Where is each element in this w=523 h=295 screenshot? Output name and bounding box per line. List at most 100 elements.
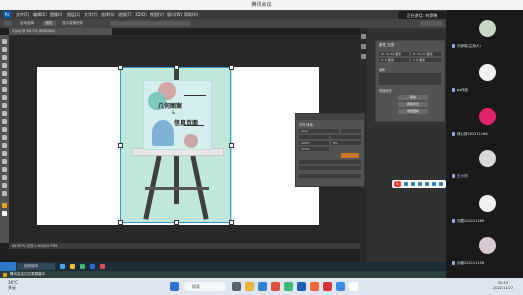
store-icon[interactable] [271,282,280,291]
background-color-swatch[interactable] [2,211,7,216]
foreground-color-swatch[interactable] [2,203,7,208]
leading-field[interactable] [331,135,361,139]
tencent-meeting-icon[interactable] [336,282,345,291]
crop-icon[interactable] [2,71,7,76]
menu-select[interactable]: 选择(S) [101,10,115,19]
taskbar-clock[interactable]: 20:19 2022/11/27 [493,281,513,291]
participant-tile[interactable]: 刘伊晓(主持人) [449,16,521,55]
show-transform-label[interactable]: 显示变换控件 [62,19,83,28]
inner-taskbar-browser-icon[interactable] [100,264,105,269]
style-buttons-row[interactable] [299,160,361,164]
font-family-field[interactable]: Arial [299,129,339,133]
menu-edit[interactable]: 编辑(E) [33,10,47,19]
path-select-icon[interactable] [2,167,7,172]
inner-taskbar-folder-icon[interactable] [70,264,75,269]
transform-handle[interactable] [118,65,123,70]
character-icon[interactable] [361,44,366,49]
ime-mode-icon[interactable] [404,182,408,186]
weather-widget[interactable]: 16°C 多云 [8,280,18,290]
transform-handle[interactable] [174,220,179,225]
ime-keyboard-icon[interactable] [432,182,436,186]
layer-select-dropdown[interactable]: 图层 [42,21,56,26]
move-icon[interactable] [2,39,7,44]
gradient-icon[interactable] [2,127,7,132]
pen-icon[interactable] [2,151,7,156]
browser-icon[interactable] [349,282,358,291]
app-icon[interactable] [310,282,319,291]
brush-icon[interactable] [2,95,7,100]
pdf-icon[interactable] [323,282,332,291]
participant-tile[interactable]: 孙鑫202211156 [449,233,521,272]
y-field[interactable]: Y: 0 厘米 [411,58,441,62]
type-icon[interactable] [2,159,7,164]
trim-image-button[interactable]: 修整图像 [398,109,428,114]
opentype-buttons-row[interactable] [299,166,361,170]
menu-layer[interactable]: 图层(L) [67,10,80,19]
menu-file[interactable]: 文件(F) [16,10,29,19]
history-brush-icon[interactable] [2,111,7,116]
x-field[interactable]: X: 0 厘米 [379,58,409,62]
transform-handle[interactable] [118,220,123,225]
font-style-field[interactable] [341,129,361,133]
transform-handle[interactable] [229,143,234,148]
blur-icon[interactable] [2,135,7,140]
height-field[interactable]: H: 21.17 厘米 [411,52,441,56]
paragraph-icon[interactable] [361,54,366,59]
tracking-field[interactable]: 0% [331,141,361,145]
vertical-scale-field[interactable]: 100% [299,147,329,151]
participant-tile[interactable]: 刘君202211169 [449,191,521,230]
crop-button[interactable]: 裁剪 [398,95,428,100]
transform-handle[interactable] [174,65,179,70]
menu-type[interactable]: 文字(Y) [84,10,98,19]
task-view-icon[interactable] [232,282,241,291]
quick-select-icon[interactable] [2,63,7,68]
taskbar-search[interactable]: 搜索 [184,282,226,291]
eraser-icon[interactable] [2,119,7,124]
marquee-icon[interactable] [2,47,7,52]
ime-punct-icon[interactable] [411,182,415,186]
shape-icon[interactable] [2,175,7,180]
menu-3d[interactable]: 3D(D) [135,10,147,19]
ime-voice-icon[interactable] [425,182,429,186]
font-size-field[interactable] [299,135,329,139]
move-tool-icon[interactable] [4,21,12,26]
character-panel-header[interactable] [296,114,364,120]
menu-help[interactable]: 帮助(H) [184,10,198,19]
stamp-icon[interactable] [2,103,7,108]
menu-image[interactable]: 图像(I) [50,10,62,19]
dodge-icon[interactable] [2,143,7,148]
zoom-icon[interactable] [2,191,7,196]
language-field[interactable] [299,174,361,178]
canvas-settings[interactable] [379,73,441,85]
menu-filter[interactable]: 滤镜(T) [118,10,132,19]
document-tab[interactable]: 1.jpg @ 66.7% (RGB/8#) [9,28,112,35]
start-icon[interactable] [170,282,179,291]
transform-handle[interactable] [229,65,234,70]
width-field[interactable]: W: 31.94 厘米 [379,52,409,56]
ime-settings-icon[interactable] [439,182,443,186]
text-color-swatch[interactable] [341,153,359,158]
workspace-buttons[interactable] [420,21,442,26]
participant-tile[interactable]: 王小刘 [449,146,521,185]
menu-window[interactable]: 窗口(W) [167,10,182,19]
inner-start-button[interactable] [0,262,16,271]
transform-handle[interactable] [118,143,123,148]
inner-taskbar-document[interactable]: 如何使用 [17,263,55,270]
sogou-ime-icon[interactable]: S [394,181,401,187]
inner-taskbar-ps-icon[interactable] [90,264,95,269]
menu-view[interactable]: 视图(V) [150,10,164,19]
ime-emoji-icon[interactable] [418,182,422,186]
file-explorer-icon[interactable] [245,282,254,291]
participant-tile[interactable]: 林心妍202211166 [449,104,521,143]
transform-handle[interactable] [229,220,234,225]
edge-icon[interactable] [258,282,267,291]
properties-icon[interactable] [361,34,366,39]
wechat-icon[interactable] [284,282,293,291]
participant-tile[interactable]: ps作品 [449,60,521,99]
photoshop-icon[interactable] [297,282,306,291]
transform-selection[interactable] [120,67,231,223]
healing-icon[interactable] [2,87,7,92]
remove-background-button[interactable]: 移除背景 [398,102,428,107]
kerning-field[interactable]: 100% [299,141,329,145]
align-buttons[interactable] [110,21,190,26]
